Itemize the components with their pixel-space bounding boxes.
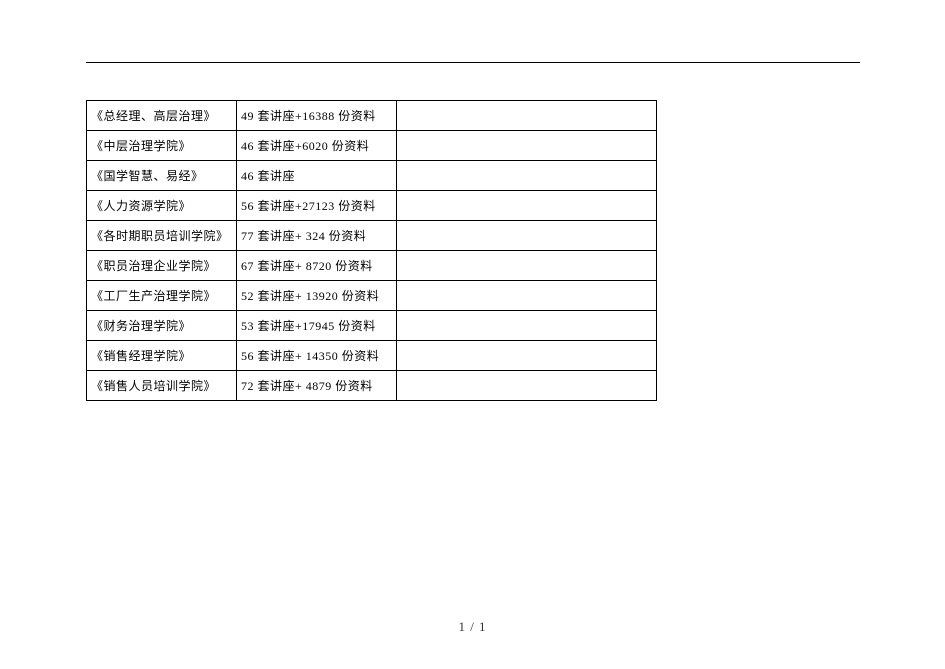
horizontal-rule xyxy=(86,62,860,63)
course-detail-cell: 56 套讲座+27123 份资料 xyxy=(237,191,397,221)
course-name-cell: 《销售经理学院》 xyxy=(87,341,237,371)
table-row: 《国学智慧、易经》 46 套讲座 xyxy=(87,161,657,191)
table-row: 《销售人员培训学院》 72 套讲座+ 4879 份资料 xyxy=(87,371,657,401)
page-number: 1 / 1 xyxy=(0,619,945,635)
course-extra-cell xyxy=(397,161,657,191)
course-extra-cell xyxy=(397,131,657,161)
course-detail-cell: 46 套讲座 xyxy=(237,161,397,191)
course-name-cell: 《销售人员培训学院》 xyxy=(87,371,237,401)
table-row: 《工厂生产治理学院》 52 套讲座+ 13920 份资料 xyxy=(87,281,657,311)
document-body: 《总经理、高层治理》 49 套讲座+16388 份资料 《中层治理学院》 46 … xyxy=(86,100,657,401)
course-extra-cell xyxy=(397,281,657,311)
table-row: 《销售经理学院》 56 套讲座+ 14350 份资料 xyxy=(87,341,657,371)
course-detail-cell: 53 套讲座+17945 份资料 xyxy=(237,311,397,341)
course-detail-cell: 46 套讲座+6020 份资料 xyxy=(237,131,397,161)
course-extra-cell xyxy=(397,221,657,251)
course-detail-cell: 72 套讲座+ 4879 份资料 xyxy=(237,371,397,401)
course-extra-cell xyxy=(397,251,657,281)
course-name-cell: 《国学智慧、易经》 xyxy=(87,161,237,191)
table-row: 《人力资源学院》 56 套讲座+27123 份资料 xyxy=(87,191,657,221)
course-extra-cell xyxy=(397,311,657,341)
course-table: 《总经理、高层治理》 49 套讲座+16388 份资料 《中层治理学院》 46 … xyxy=(86,100,657,401)
course-name-cell: 《财务治理学院》 xyxy=(87,311,237,341)
course-extra-cell xyxy=(397,341,657,371)
course-detail-cell: 52 套讲座+ 13920 份资料 xyxy=(237,281,397,311)
course-name-cell: 《总经理、高层治理》 xyxy=(87,101,237,131)
course-detail-cell: 77 套讲座+ 324 份资料 xyxy=(237,221,397,251)
course-name-cell: 《人力资源学院》 xyxy=(87,191,237,221)
table-row: 《总经理、高层治理》 49 套讲座+16388 份资料 xyxy=(87,101,657,131)
course-extra-cell xyxy=(397,101,657,131)
course-extra-cell xyxy=(397,191,657,221)
course-name-cell: 《中层治理学院》 xyxy=(87,131,237,161)
course-detail-cell: 67 套讲座+ 8720 份资料 xyxy=(237,251,397,281)
course-detail-cell: 49 套讲座+16388 份资料 xyxy=(237,101,397,131)
table-row: 《财务治理学院》 53 套讲座+17945 份资料 xyxy=(87,311,657,341)
table-row: 《职员治理企业学院》 67 套讲座+ 8720 份资料 xyxy=(87,251,657,281)
course-name-cell: 《工厂生产治理学院》 xyxy=(87,281,237,311)
course-name-cell: 《职员治理企业学院》 xyxy=(87,251,237,281)
course-detail-cell: 56 套讲座+ 14350 份资料 xyxy=(237,341,397,371)
table-row: 《中层治理学院》 46 套讲座+6020 份资料 xyxy=(87,131,657,161)
course-name-cell: 《各时期职员培训学院》 xyxy=(87,221,237,251)
course-extra-cell xyxy=(397,371,657,401)
table-row: 《各时期职员培训学院》 77 套讲座+ 324 份资料 xyxy=(87,221,657,251)
